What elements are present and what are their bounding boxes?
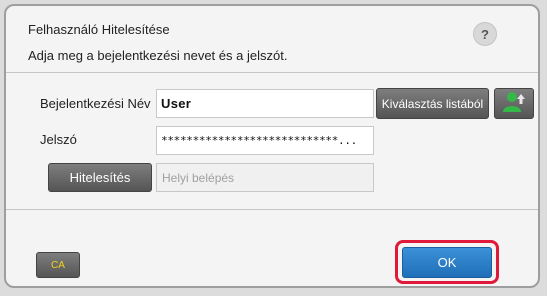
dialog-title: Felhasználó Hitelesítése	[28, 22, 170, 37]
authenticate-button[interactable]: Hitelesítés	[48, 163, 152, 192]
user-list-icon	[501, 91, 527, 116]
ok-button[interactable]: OK	[402, 247, 492, 278]
auth-destination-field[interactable]: Helyi belépés	[156, 163, 374, 192]
user-authentication-dialog: Felhasználó Hitelesítése ? Adja meg a be…	[4, 4, 540, 288]
instruction-text: Adja meg a bejelentkezési nevet és a jel…	[28, 48, 288, 63]
password-field[interactable]: ****************************...	[156, 126, 374, 155]
user-list-button[interactable]	[494, 88, 534, 119]
header-divider	[6, 72, 538, 73]
login-name-field[interactable]: User	[156, 89, 374, 118]
password-label: Jelszó	[40, 132, 77, 147]
help-button[interactable]: ?	[473, 22, 497, 46]
select-from-list-button[interactable]: Kiválasztás listából	[376, 88, 489, 119]
login-name-label: Bejelentkezési Név	[40, 96, 151, 111]
ca-button[interactable]: CA	[36, 252, 80, 278]
footer-divider	[6, 209, 538, 210]
